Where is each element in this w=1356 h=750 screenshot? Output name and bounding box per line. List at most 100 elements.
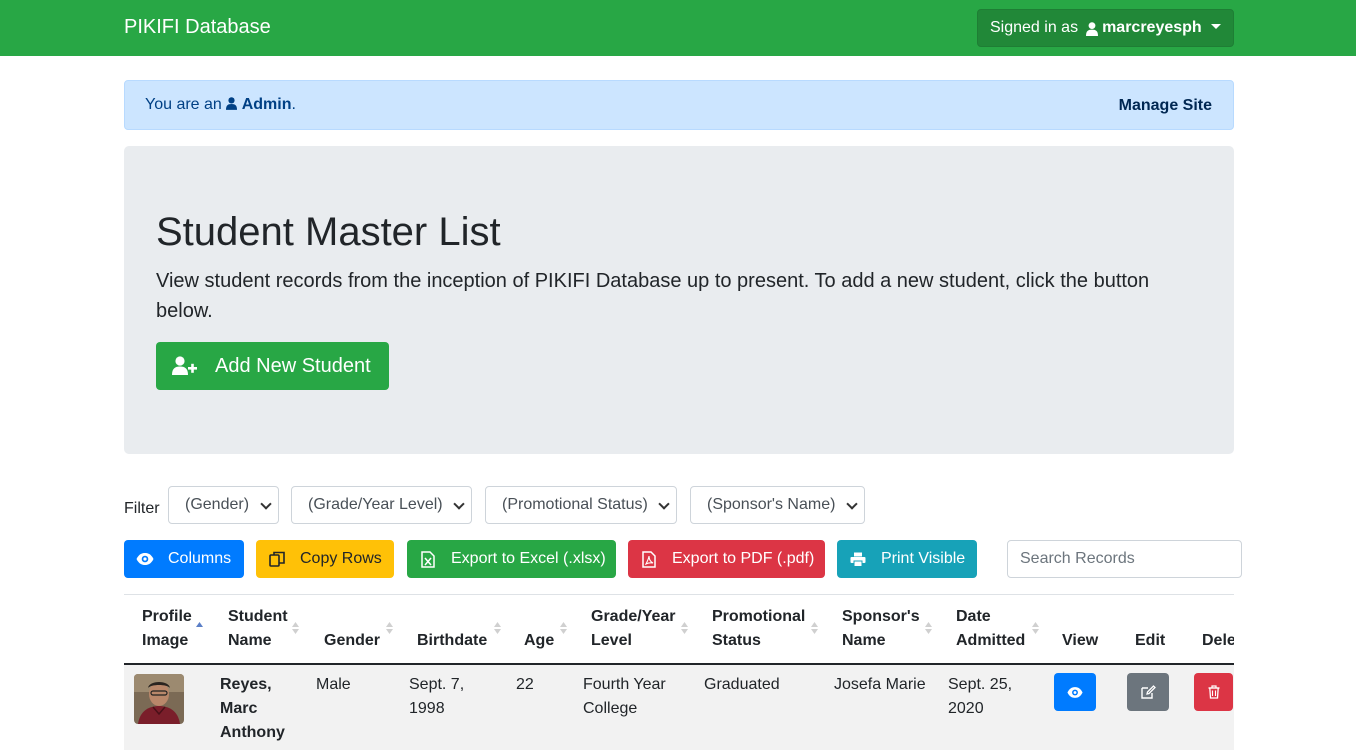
header-line: Profile bbox=[142, 608, 192, 625]
header-promotional-status[interactable]: Promotional Status bbox=[712, 605, 805, 653]
cell-line: Marc bbox=[220, 700, 258, 717]
grade-filter-value: (Grade/Year Level) bbox=[308, 496, 443, 513]
signed-in-label: Signed in as bbox=[990, 19, 1079, 36]
header-line: Status bbox=[712, 632, 761, 649]
print-visible-label: Print Visible bbox=[881, 550, 966, 567]
sort-icon bbox=[925, 622, 932, 634]
print-icon bbox=[850, 552, 866, 567]
student-name-cell: Reyes, Marc Anthony bbox=[220, 673, 285, 745]
top-navbar: PIKIFI Database Signed in as marcreyesph bbox=[0, 0, 1356, 56]
gender-filter-select[interactable]: (Gender) bbox=[168, 486, 279, 524]
print-visible-button[interactable]: Print Visible bbox=[837, 540, 977, 578]
sort-icon bbox=[292, 622, 299, 634]
role-message: You are an Admin. bbox=[145, 96, 296, 114]
grade-filter-select[interactable]: (Grade/Year Level) bbox=[291, 486, 472, 524]
sort-icon bbox=[386, 622, 393, 634]
file-excel-icon bbox=[421, 550, 435, 568]
header-line: Image bbox=[142, 632, 189, 649]
cell-line: College bbox=[583, 700, 638, 717]
copy-rows-button[interactable]: Copy Rows bbox=[256, 540, 394, 578]
chevron-down-icon bbox=[846, 498, 858, 510]
username: marcreyesph bbox=[1102, 19, 1202, 36]
page-description: View student records from the inception … bbox=[156, 270, 1150, 322]
status-cell: Graduated bbox=[704, 676, 780, 693]
cell-line: 1998 bbox=[409, 700, 445, 717]
chevron-down-icon bbox=[260, 498, 272, 510]
cell-line: Anthony bbox=[220, 724, 285, 741]
grade-cell: Fourth Year College bbox=[583, 673, 666, 721]
edit-button[interactable] bbox=[1127, 673, 1169, 711]
role-prefix: You are an bbox=[145, 96, 222, 113]
header-line: Name bbox=[842, 632, 886, 649]
header-sponsor-name[interactable]: Sponsor's Name bbox=[842, 605, 920, 653]
header-line: Grade/Year bbox=[591, 608, 676, 625]
header-view: View bbox=[1062, 632, 1099, 649]
header-date-admitted[interactable]: Date Admitted bbox=[956, 605, 1025, 653]
gender-filter-value: (Gender) bbox=[185, 496, 250, 513]
export-pdf-label: Export to PDF (.pdf) bbox=[672, 550, 815, 567]
sort-icon bbox=[560, 622, 567, 634]
date-admitted-cell: Sept. 25, 2020 bbox=[948, 673, 1012, 721]
chevron-down-icon bbox=[453, 498, 465, 510]
cell-line: Reyes, bbox=[220, 676, 272, 693]
status-filter-select[interactable]: (Promotional Status) bbox=[485, 486, 677, 524]
header-line: Name bbox=[228, 632, 272, 649]
sort-icon bbox=[1032, 622, 1039, 634]
table-row: Reyes, Marc Anthony Male Sept. 7, 1998 2… bbox=[124, 665, 1234, 750]
cell-line: Fourth Year bbox=[583, 676, 666, 693]
user-menu-dropdown[interactable]: Signed in as marcreyesph bbox=[977, 9, 1234, 47]
role-suffix: . bbox=[291, 96, 296, 113]
sort-asc-icon bbox=[196, 622, 203, 627]
file-pdf-icon bbox=[642, 550, 656, 568]
age-cell: 22 bbox=[516, 676, 534, 693]
copy-rows-label: Copy Rows bbox=[300, 550, 382, 567]
role-alert: You are an Admin. Manage Site bbox=[124, 80, 1234, 130]
eye-icon bbox=[136, 553, 154, 565]
view-button[interactable] bbox=[1054, 673, 1096, 711]
header-edit: Edit bbox=[1135, 632, 1166, 649]
header-line: Level bbox=[591, 632, 632, 649]
columns-label: Columns bbox=[168, 550, 232, 567]
sponsor-filter-value: (Sponsor's Name) bbox=[707, 496, 836, 513]
sort-icon bbox=[811, 622, 818, 634]
cell-line: Sept. 25, bbox=[948, 676, 1013, 693]
sort-icon bbox=[494, 622, 501, 634]
jumbotron: Student Master List View student records… bbox=[124, 146, 1234, 454]
trash-icon bbox=[1208, 685, 1219, 699]
sponsor-cell: Josefa Marie bbox=[834, 676, 926, 693]
add-new-student-button[interactable]: Add New Student bbox=[156, 342, 389, 390]
header-student-name[interactable]: Student Name bbox=[228, 605, 288, 653]
chevron-down-icon bbox=[1210, 23, 1221, 29]
status-filter-value: (Promotional Status) bbox=[502, 496, 648, 513]
students-table: Profile Image Student Name Gender Birthd… bbox=[124, 594, 1234, 750]
header-line: Sponsor's bbox=[842, 608, 920, 625]
sponsor-filter-select[interactable]: (Sponsor's Name) bbox=[690, 486, 865, 524]
profile-image[interactable] bbox=[134, 674, 184, 724]
role-name: Admin bbox=[241, 96, 292, 113]
header-delete: Dele bbox=[1202, 632, 1234, 649]
delete-button[interactable] bbox=[1194, 673, 1233, 711]
export-pdf-button[interactable]: Export to PDF (.pdf) bbox=[628, 540, 825, 578]
add-new-student-label: Add New Student bbox=[215, 354, 371, 377]
header-profile-image[interactable]: Profile Image bbox=[142, 605, 192, 653]
manage-site-link[interactable]: Manage Site bbox=[1119, 97, 1212, 115]
header-grade-level[interactable]: Grade/Year Level bbox=[591, 605, 676, 653]
cell-line: 2020 bbox=[948, 700, 984, 717]
search-records-input[interactable] bbox=[1007, 540, 1242, 578]
user-plus-icon bbox=[172, 356, 197, 375]
header-birthdate[interactable]: Birthdate bbox=[417, 629, 487, 653]
header-line: Admitted bbox=[956, 632, 1026, 649]
brand-link[interactable]: PIKIFI Database bbox=[124, 16, 271, 39]
user-icon bbox=[226, 97, 238, 110]
profile-photo-icon bbox=[134, 674, 184, 724]
columns-button[interactable]: Columns bbox=[124, 540, 244, 578]
sort-icon bbox=[681, 622, 688, 634]
birthdate-cell: Sept. 7, 1998 bbox=[409, 673, 464, 721]
header-line: Date bbox=[956, 608, 991, 625]
header-gender[interactable]: Gender bbox=[324, 629, 380, 653]
export-excel-label: Export to Excel (.xlsx) bbox=[451, 550, 606, 567]
gender-cell: Male bbox=[316, 676, 351, 693]
header-age[interactable]: Age bbox=[524, 629, 554, 653]
copy-icon bbox=[269, 551, 285, 567]
export-excel-button[interactable]: Export to Excel (.xlsx) bbox=[407, 540, 616, 578]
